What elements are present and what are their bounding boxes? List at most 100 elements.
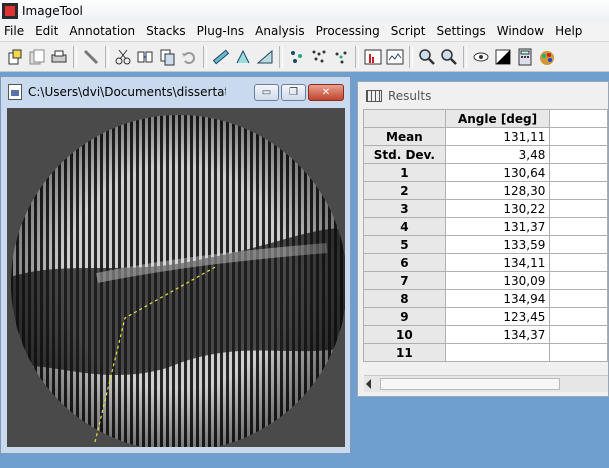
paste-icon[interactable]: [134, 46, 155, 68]
table-row[interactable]: 2 128,30: [363, 181, 608, 200]
table-row[interactable]: 10 134,37: [363, 325, 608, 344]
palette-icon[interactable]: [536, 46, 557, 68]
menu-stacks[interactable]: Stacks: [142, 22, 192, 41]
table-row[interactable]: 7 130,09: [363, 271, 608, 290]
toolbar-divider: [355, 45, 359, 68]
row-label: 10: [363, 325, 446, 344]
table-row[interactable]: 11: [363, 343, 608, 362]
table-row[interactable]: Std. Dev. 3,48: [363, 145, 608, 164]
table-row[interactable]: 8 134,94: [363, 289, 608, 308]
minimize-button[interactable]: ▭: [254, 84, 279, 101]
empty-cell: [549, 307, 608, 326]
empty-cell: [549, 145, 608, 164]
ruler-icon[interactable]: [210, 46, 231, 68]
document-icon: [8, 84, 22, 100]
toolbar-divider: [105, 45, 109, 68]
row-value[interactable]: 128,30: [444, 181, 551, 200]
row-label: Std. Dev.: [363, 145, 446, 164]
empty-column-header: [549, 109, 608, 128]
empty-cell: [549, 325, 608, 344]
toolbar-divider: [409, 45, 413, 68]
scroll-left-icon[interactable]: [366, 379, 371, 389]
menu-bar: File Edit Annotation Stacks Plug-Ins Ana…: [0, 22, 609, 42]
empty-cell: [549, 199, 608, 218]
table-row[interactable]: 1 130,64: [363, 163, 608, 182]
results-window-titlebar[interactable]: Results: [358, 82, 608, 110]
row-value[interactable]: 130,09: [444, 271, 551, 290]
row-value[interactable]: 3,48: [444, 145, 551, 164]
menu-processing[interactable]: Processing: [312, 22, 387, 41]
profile-icon[interactable]: [384, 46, 405, 68]
cluster-icon[interactable]: [330, 46, 351, 68]
row-label: 3: [363, 199, 446, 218]
print-icon[interactable]: [48, 46, 69, 68]
zoom-in-icon[interactable]: [416, 46, 437, 68]
row-value[interactable]: 134,94: [444, 289, 551, 308]
image-window-titlebar[interactable]: C:\Users\dvi\Documents\dissertation\... …: [1, 77, 350, 107]
close-button[interactable]: ✕: [308, 84, 344, 101]
interferogram-image[interactable]: [7, 108, 345, 447]
empty-cell: [549, 163, 608, 182]
toolbar: [0, 42, 609, 72]
undo-icon[interactable]: [178, 46, 199, 68]
line-tool-icon[interactable]: [80, 46, 101, 68]
row-value[interactable]: 130,64: [444, 163, 551, 182]
menu-edit[interactable]: Edit: [31, 22, 65, 41]
scroll-thumb[interactable]: [380, 378, 560, 390]
row-value[interactable]: 134,11: [444, 253, 551, 272]
row-label: 11: [363, 343, 446, 362]
row-label: 4: [363, 217, 446, 236]
row-label: 1: [363, 163, 446, 182]
toolbar-divider: [73, 45, 77, 68]
points-icon[interactable]: [286, 46, 307, 68]
histogram-icon[interactable]: [362, 46, 383, 68]
cut-icon[interactable]: [112, 46, 133, 68]
menu-analysis[interactable]: Analysis: [251, 22, 311, 41]
image-window: C:\Users\dvi\Documents\dissertation\... …: [0, 76, 351, 454]
empty-cell: [549, 343, 608, 362]
zoom-out-icon[interactable]: [438, 46, 459, 68]
row-value[interactable]: 123,45: [444, 307, 551, 326]
menu-annotation[interactable]: Annotation: [65, 22, 142, 41]
angle-icon[interactable]: [232, 46, 253, 68]
contrast-icon[interactable]: [492, 46, 513, 68]
triangle-icon[interactable]: [254, 46, 275, 68]
menu-script[interactable]: Script: [387, 22, 433, 41]
imagetool-logo-icon: [2, 3, 18, 19]
menu-help[interactable]: Help: [551, 22, 589, 41]
new-icon[interactable]: [4, 46, 25, 68]
table-header-row: Angle [deg]: [363, 109, 608, 128]
table-corner-cell: [363, 109, 446, 128]
row-value[interactable]: [444, 343, 551, 362]
app-title: ImageTool: [22, 4, 83, 18]
menu-file[interactable]: File: [0, 22, 31, 41]
row-value[interactable]: 133,59: [444, 235, 551, 254]
toolbar-divider: [463, 45, 467, 68]
row-label: 8: [363, 289, 446, 308]
row-value[interactable]: 134,37: [444, 325, 551, 344]
calculator-icon[interactable]: [514, 46, 535, 68]
table-row[interactable]: 4 131,37: [363, 217, 608, 236]
menu-window[interactable]: Window: [493, 22, 551, 41]
row-value[interactable]: 131,11: [444, 127, 551, 146]
menu-plug-ins[interactable]: Plug-Ins: [193, 22, 252, 41]
results-window-title: Results: [388, 89, 432, 103]
copy-icon[interactable]: [156, 46, 177, 68]
open-icon[interactable]: [26, 46, 47, 68]
menu-settings[interactable]: Settings: [433, 22, 493, 41]
table-row[interactable]: Mean 131,11: [363, 127, 608, 146]
table-row[interactable]: 3 130,22: [363, 199, 608, 218]
empty-cell: [549, 289, 608, 308]
row-value[interactable]: 131,37: [444, 217, 551, 236]
table-row[interactable]: 9 123,45: [363, 307, 608, 326]
empty-cell: [549, 181, 608, 200]
restore-button[interactable]: ❐: [281, 84, 306, 101]
table-row[interactable]: 6 134,11: [363, 253, 608, 272]
eye-icon[interactable]: [470, 46, 491, 68]
horizontal-scrollbar[interactable]: [364, 375, 608, 392]
scatter-icon[interactable]: [308, 46, 329, 68]
row-label: Mean: [363, 127, 446, 146]
row-value[interactable]: 130,22: [444, 199, 551, 218]
column-header-angle[interactable]: Angle [deg]: [444, 109, 551, 128]
table-row[interactable]: 5 133,59: [363, 235, 608, 254]
